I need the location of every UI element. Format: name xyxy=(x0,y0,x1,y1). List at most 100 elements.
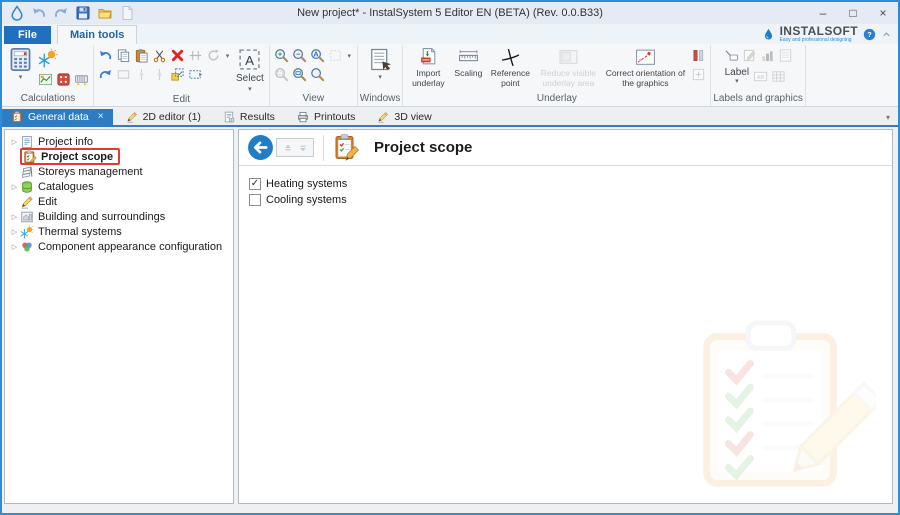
import-underlay-icon xyxy=(418,47,439,68)
zoom-out-icon[interactable]: − xyxy=(291,47,308,64)
cooling-systems-checkbox[interactable]: Cooling systems xyxy=(249,192,892,207)
minimize-button[interactable]: – xyxy=(808,2,838,24)
tab-overflow-icon[interactable]: ▾ xyxy=(878,113,898,122)
tree-item-catalogues[interactable]: ▷Catalogues xyxy=(5,179,233,194)
tab-file[interactable]: File xyxy=(4,26,51,44)
svg-text:A: A xyxy=(313,52,318,59)
radiator-icon[interactable] xyxy=(73,71,90,88)
heating-systems-checkbox[interactable]: ✓Heating systems xyxy=(249,176,892,191)
undo-icon[interactable] xyxy=(97,47,114,64)
icon-grid: ▾ xyxy=(96,46,233,84)
tree-item-component-appearance-configuration[interactable]: ▷Component appearance configuration xyxy=(5,239,233,254)
redo-icon[interactable] xyxy=(53,5,69,21)
doc-tab-results[interactable]: Results xyxy=(214,109,284,125)
general-data-icon xyxy=(11,111,23,123)
nav-history-box xyxy=(276,138,314,157)
select-button[interactable]: ASelect▾ xyxy=(233,46,267,94)
new-doc-icon[interactable] xyxy=(119,5,135,21)
project-info-icon xyxy=(20,135,34,149)
close-button[interactable]: × xyxy=(868,2,898,24)
scale2-icon[interactable] xyxy=(169,66,186,83)
back-button[interactable] xyxy=(247,134,274,161)
close-tab-icon[interactable]: × xyxy=(98,112,104,122)
help-icon[interactable]: ? xyxy=(863,28,876,41)
checkbox-checked[interactable]: ✓ xyxy=(249,178,261,190)
storeys-icon xyxy=(20,165,34,179)
thermal-icon xyxy=(20,225,34,239)
app-logo-icon[interactable] xyxy=(9,5,25,21)
tree-item-storeys-management[interactable]: Storeys management xyxy=(5,164,233,179)
checkbox-unchecked[interactable] xyxy=(249,194,261,206)
expander-icon[interactable]: ▷ xyxy=(9,228,20,236)
reference-point-button[interactable]: Reference point xyxy=(485,46,535,90)
expander-icon[interactable]: ▷ xyxy=(9,138,20,146)
chart-pic-icon[interactable] xyxy=(37,71,54,88)
document-tab-bar: General data × 2D editor (1) Results Printou… xyxy=(2,109,898,127)
ribbon-group-underlay: Import underlayScalingReference pointRed… xyxy=(403,45,711,106)
doc-tab-label: General data xyxy=(28,111,89,123)
svg-text:A: A xyxy=(245,53,254,68)
expander-icon[interactable]: ▷ xyxy=(9,213,20,221)
windows-button[interactable]: ▾ xyxy=(365,46,396,82)
zoom-in-icon[interactable]: + xyxy=(273,47,290,64)
scaling-button[interactable]: Scaling xyxy=(451,46,485,80)
chart-small-icon xyxy=(759,47,776,64)
ribbon-group-label: Labels and graphics xyxy=(713,93,803,106)
ribbon: ▾Calculations▾ASelect▾Edit+−A▾View▾Windo… xyxy=(2,44,898,107)
undo-icon[interactable] xyxy=(31,5,47,21)
doc-tab-label: Printouts xyxy=(314,111,355,123)
open-folder-icon[interactable] xyxy=(97,5,113,21)
heat-cool-icon[interactable] xyxy=(37,47,59,69)
window-title: New project* - InstalSystem 5 Editor EN … xyxy=(297,7,603,19)
collapse-ribbon-icon[interactable] xyxy=(881,29,892,40)
zoom-a-icon[interactable]: A xyxy=(309,47,326,64)
delete-icon[interactable] xyxy=(169,47,186,64)
colbars-icon[interactable] xyxy=(690,47,707,64)
stretch-icon[interactable] xyxy=(187,66,204,83)
maximize-button[interactable]: □ xyxy=(838,2,868,24)
svg-text:AB: AB xyxy=(757,75,765,81)
rect-icon xyxy=(115,66,132,83)
doc-tab-2d-editor-1[interactable]: 2D editor (1) xyxy=(117,109,210,125)
zoom-win-icon[interactable] xyxy=(291,66,308,83)
redo-icon[interactable] xyxy=(97,66,114,83)
dice-icon[interactable] xyxy=(55,71,72,88)
quick-access-toolbar xyxy=(2,5,135,21)
copy-icon[interactable] xyxy=(115,47,132,64)
tree-item-edit[interactable]: Edit xyxy=(5,194,233,209)
paste-icon[interactable] xyxy=(133,47,150,64)
scope-checkbox-list: ✓Heating systemsCooling systems xyxy=(249,176,892,207)
brand-tagline: Easy and professional designing xyxy=(780,38,852,43)
expander-icon[interactable]: ▷ xyxy=(9,243,20,251)
doc-tab-printouts[interactable]: Printouts xyxy=(288,109,364,125)
doc-tab-3d-view[interactable]: 3D view xyxy=(368,109,440,125)
tab-main-tools[interactable]: Main tools xyxy=(57,25,137,44)
nav-up-icon[interactable] xyxy=(282,142,294,154)
tree-item-building-and-surroundings[interactable]: ▷ Building and surroundings xyxy=(5,209,233,224)
correct-orientation-of-the-graphics-button[interactable]: Correct orientation of the graphics xyxy=(601,46,689,90)
label-button[interactable]: Label▾ xyxy=(723,66,751,87)
label-callout-icon[interactable] xyxy=(723,47,740,64)
project-scope-icon xyxy=(23,150,37,164)
tree-item-thermal-systems[interactable]: ▷Thermal systems xyxy=(5,224,233,239)
tree-item-project-scope[interactable]: Project scope xyxy=(5,149,233,164)
import-underlay-button[interactable]: Import underlay xyxy=(405,46,451,90)
zoom-prev-icon[interactable] xyxy=(309,66,326,83)
tree-item-label: Building and surroundings xyxy=(38,211,165,223)
doc-tab-general-data[interactable]: General data × xyxy=(2,109,113,125)
cut-icon[interactable] xyxy=(151,47,168,64)
doc-tab-label: 2D editor (1) xyxy=(143,111,201,123)
brand-name: INSTALSOFT xyxy=(780,25,858,37)
reduce-visible-underlay-area-button: Reduce visible underlay area xyxy=(535,46,601,90)
nav-down-icon[interactable] xyxy=(297,142,309,154)
button-label: Select xyxy=(236,73,264,84)
ribbon-group-label: Underlay xyxy=(405,93,708,106)
tree-item-project-info[interactable]: ▷Project info xyxy=(5,134,233,149)
button-label: Label xyxy=(725,67,749,78)
expander-icon[interactable]: ▷ xyxy=(9,183,20,191)
svg-text:−: − xyxy=(296,52,300,59)
calculator-button[interactable]: ▾ xyxy=(5,46,36,82)
scaling-icon xyxy=(458,47,479,68)
save-icon[interactable] xyxy=(75,5,91,21)
button-label: Correct orientation of the graphics xyxy=(602,69,688,89)
